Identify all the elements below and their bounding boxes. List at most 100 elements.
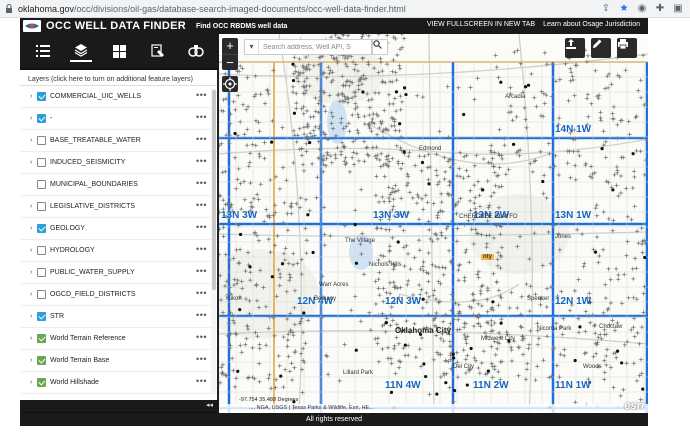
well-dot[interactable]	[465, 383, 469, 387]
well-dot[interactable]	[302, 311, 306, 315]
edit-button[interactable]	[591, 38, 611, 58]
well-dot[interactable]	[384, 321, 388, 325]
well-dot[interactable]	[233, 131, 237, 136]
well-dot[interactable]	[462, 112, 466, 117]
layer-options-icon[interactable]: •••	[196, 310, 207, 320]
well-dot[interactable]	[641, 387, 645, 391]
expand-chevron-icon[interactable]: ›	[30, 247, 32, 254]
locate-button[interactable]	[222, 76, 238, 92]
expand-chevron-icon[interactable]: ›	[30, 269, 32, 276]
layer-options-icon[interactable]: •••	[196, 222, 207, 232]
well-dot[interactable]	[354, 261, 359, 265]
print-button[interactable]	[617, 38, 637, 58]
layer-visibility-checkbox[interactable]	[37, 268, 46, 277]
zoom-out-button[interactable]: −	[222, 54, 238, 70]
layer-row[interactable]: › COMMERCIAL_UIC_WELLS •••	[20, 86, 217, 108]
expand-chevron-icon[interactable]: ›	[30, 291, 32, 298]
well-dot[interactable]	[292, 111, 297, 115]
well-dot[interactable]	[469, 346, 473, 351]
well-dot[interactable]	[403, 343, 407, 347]
puzzle-icon[interactable]: ✚	[654, 2, 666, 14]
well-dot[interactable]	[398, 122, 402, 126]
layer-options-icon[interactable]: •••	[196, 112, 207, 122]
well-dot[interactable]	[611, 188, 615, 192]
share-icon[interactable]: ⇪	[600, 2, 612, 14]
well-dot[interactable]	[593, 250, 598, 254]
map-canvas[interactable]	[219, 34, 648, 413]
zoom-in-button[interactable]: +	[222, 38, 238, 54]
layer-options-icon[interactable]: •••	[196, 90, 207, 100]
url-field[interactable]: oklahoma.gov/occ/divisions/oil-gas/datab…	[18, 4, 406, 14]
well-dot[interactable]	[280, 262, 285, 266]
well-dot[interactable]	[270, 275, 274, 279]
layer-options-icon[interactable]: •••	[196, 178, 207, 188]
well-dot[interactable]	[424, 374, 428, 379]
layer-options-icon[interactable]: •••	[196, 200, 207, 210]
sidebar-icon[interactable]: ▣	[672, 2, 684, 14]
well-dot[interactable]	[600, 146, 604, 151]
layer-row[interactable]: › LEGISLATIVE_DISTRICTS •••	[20, 196, 217, 218]
well-dot[interactable]	[451, 352, 455, 356]
well-dot[interactable]	[389, 390, 394, 394]
well-dot[interactable]	[353, 222, 357, 227]
scrollbar-thumb[interactable]	[212, 90, 216, 290]
well-dot[interactable]	[270, 140, 274, 144]
layer-options-icon[interactable]: •••	[196, 354, 207, 364]
layer-visibility-checkbox[interactable]	[37, 136, 46, 145]
expand-chevron-icon[interactable]: ›	[30, 313, 32, 320]
layer-visibility-checkbox[interactable]	[37, 334, 46, 343]
layer-row[interactable]: › HYDROLOGY •••	[20, 240, 217, 262]
well-dot[interactable]	[541, 179, 545, 184]
layer-row[interactable]: › BASE_TREATABLE_WATER •••	[20, 130, 217, 152]
layer-row[interactable]: › GEOLOGY •••	[20, 218, 217, 240]
expand-chevron-icon[interactable]: ›	[30, 203, 32, 210]
layer-visibility-checkbox[interactable]	[37, 158, 46, 167]
well-dot[interactable]	[486, 369, 490, 373]
layer-row[interactable]: › STR •••	[20, 306, 217, 328]
layer-row[interactable]: › INDUCED_SEISMICITY •••	[20, 152, 217, 174]
well-dot[interactable]	[361, 90, 365, 94]
layer-row[interactable]: MUNICIPAL_BOUNDARIES •••	[20, 174, 217, 196]
layer-options-icon[interactable]: •••	[196, 288, 207, 298]
layer-row[interactable]: › PUBLIC_WATER_SUPPLY •••	[20, 262, 217, 284]
layer-visibility-checkbox[interactable]	[37, 290, 46, 299]
layer-visibility-checkbox[interactable]	[37, 356, 46, 365]
layer-options-icon[interactable]: •••	[196, 332, 207, 342]
osage-jurisdiction-link[interactable]: Learn about Osage Jurisdiction	[543, 21, 640, 28]
well-dot[interactable]	[236, 369, 240, 373]
well-dot[interactable]	[394, 90, 399, 94]
query-icon[interactable]	[147, 40, 169, 62]
well-dot[interactable]	[279, 374, 283, 378]
upload-button[interactable]	[565, 38, 585, 58]
map-view[interactable]: 14N 1W 13N 3W 13N 2W 13N 1W 12N 4W 12N 3W 12N …	[219, 34, 648, 413]
layer-options-icon[interactable]: •••	[196, 156, 207, 166]
well-dot[interactable]	[620, 361, 624, 365]
search-input[interactable]: Search address, Well API, S	[263, 44, 351, 51]
layer-visibility-checkbox[interactable]	[37, 92, 46, 101]
bookmark-star-icon[interactable]: ★	[618, 2, 630, 14]
extension-icon[interactable]: ◉	[636, 2, 648, 14]
expand-chevron-icon[interactable]: ›	[30, 357, 32, 364]
well-dot[interactable]	[435, 392, 439, 396]
well-dot[interactable]	[238, 232, 243, 237]
well-dot[interactable]	[396, 240, 400, 244]
well-dot[interactable]	[402, 150, 406, 154]
layers-icon[interactable]	[70, 40, 93, 62]
well-dot[interactable]	[444, 381, 448, 385]
layer-options-icon[interactable]: •••	[196, 376, 207, 386]
expand-chevron-icon[interactable]: ›	[30, 159, 32, 166]
well-dot[interactable]	[631, 152, 635, 156]
well-dot[interactable]	[427, 182, 431, 186]
layer-visibility-checkbox[interactable]	[37, 180, 46, 189]
expand-chevron-icon[interactable]: ›	[30, 93, 32, 100]
layer-row[interactable]: › World Terrain Reference •••	[20, 328, 217, 350]
well-dot[interactable]	[308, 140, 312, 145]
layer-row[interactable]: › World Terrain Base •••	[20, 350, 217, 372]
layer-row[interactable]: › - •••	[20, 108, 217, 130]
well-dot[interactable]	[643, 255, 647, 260]
well-dot[interactable]	[291, 62, 295, 66]
well-dot[interactable]	[311, 250, 315, 255]
search-button[interactable]	[372, 39, 388, 55]
collapse-panel-button[interactable]: ◂◂	[20, 400, 219, 412]
layer-list-header[interactable]: Layers (click here to turn on additional…	[20, 70, 217, 86]
